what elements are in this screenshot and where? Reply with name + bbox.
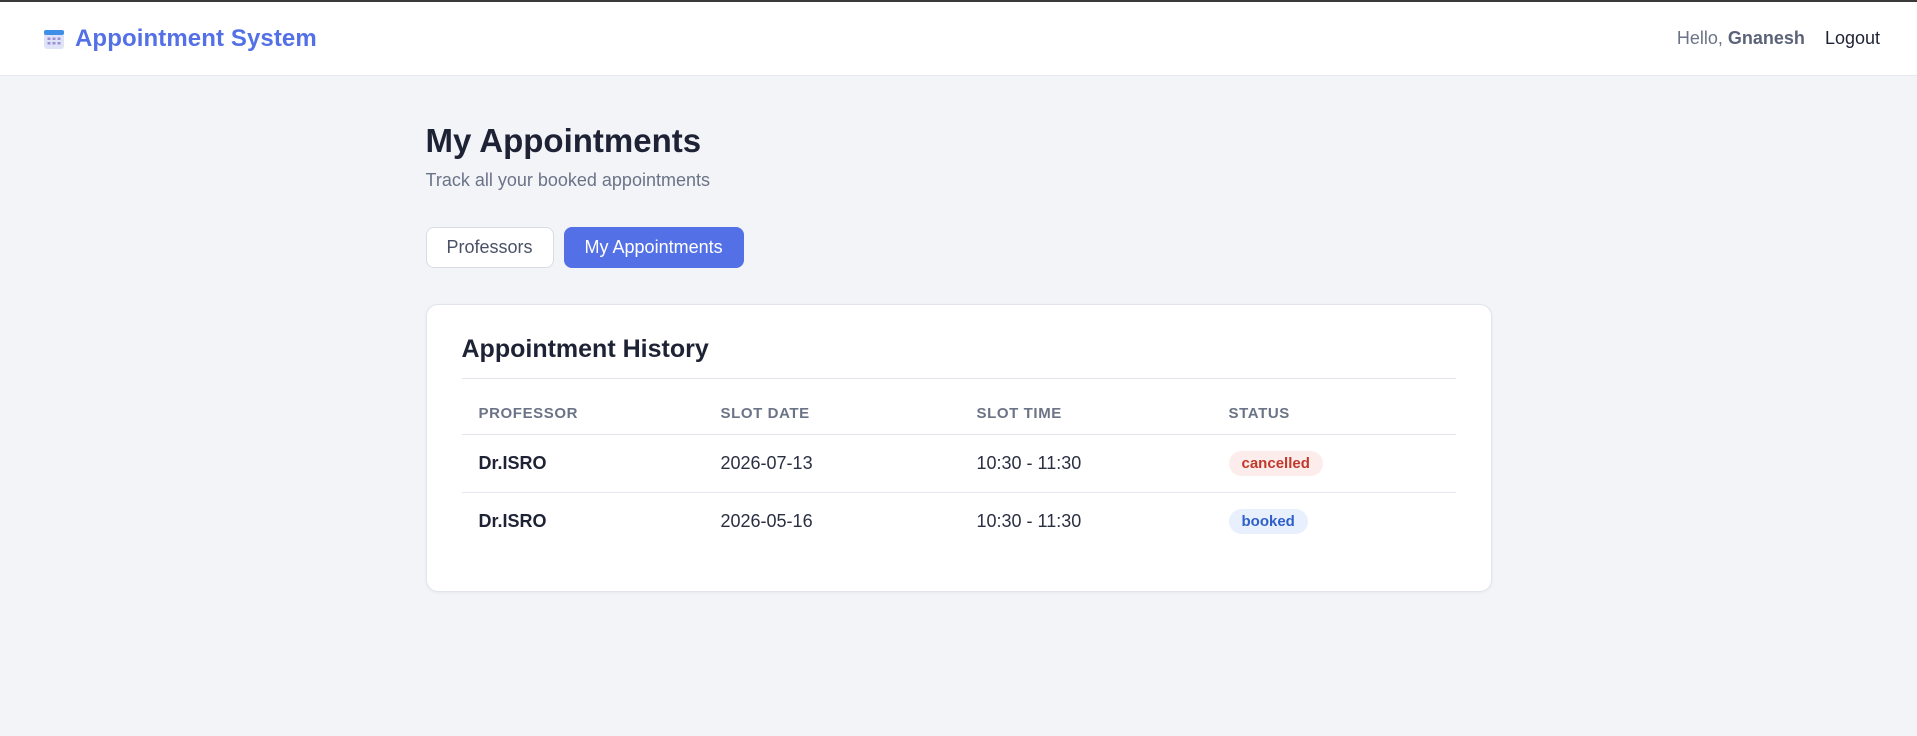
appointments-table: PROFESSOR SLOT DATE SLOT TIME STATUS Dr.… <box>461 405 1456 551</box>
user-area: Hello, Gnanesh Logout <box>1677 28 1880 49</box>
page-subtitle: Track all your booked appointments <box>425 170 710 190</box>
greeting-prefix: Hello, <box>1676 28 1723 48</box>
logout-button[interactable]: Logout <box>1825 28 1880 49</box>
column-header-professor: PROFESSOR <box>461 405 704 435</box>
greeting: Hello, Gnanesh <box>1677 28 1805 49</box>
tab-professors[interactable]: Professors <box>425 227 554 268</box>
calendar-icon <box>43 28 65 50</box>
column-header-status: STATUS <box>1211 405 1456 435</box>
cell-professor: Dr.ISRO <box>478 453 547 473</box>
navbar: Appointment System Hello, Gnanesh Logout <box>0 2 1917 76</box>
card-title: Appointment History <box>461 335 1456 379</box>
main-content: My Appointments Track all your booked ap… <box>425 76 1492 592</box>
status-badge: booked <box>1228 509 1308 535</box>
brand-title: Appointment System <box>75 24 317 52</box>
cell-status: booked <box>1211 492 1456 551</box>
cell-slot-time: 10:30 - 11:30 <box>976 453 1082 473</box>
table-row: Dr.ISRO 2026-05-16 10:30 - 11:30 booked <box>461 492 1456 551</box>
cell-slot-date: 2026-07-13 <box>720 453 813 473</box>
appointment-history-card: Appointment History PROFESSOR SLOT DATE … <box>425 304 1492 592</box>
table-header-row: PROFESSOR SLOT DATE SLOT TIME STATUS <box>461 405 1456 435</box>
column-header-slot-date: SLOT DATE <box>703 405 960 435</box>
page-title: My Appointments <box>425 122 702 159</box>
tab-my-appointments[interactable]: My Appointments <box>563 227 744 268</box>
table-row: Dr.ISRO 2026-07-13 10:30 - 11:30 cancell… <box>462 435 1456 493</box>
cell-slot-time: 10:30 - 11:30 <box>959 492 1212 551</box>
cell-status: cancelled <box>1212 435 1456 493</box>
cell-slot-date: 2026-05-16 <box>703 492 960 551</box>
username: Gnanesh <box>1727 28 1805 48</box>
brand[interactable]: Appointment System <box>43 25 317 53</box>
column-header-slot-time: SLOT TIME <box>959 405 1212 435</box>
status-badge: cancelled <box>1228 451 1323 476</box>
cell-professor: Dr.ISRO <box>461 492 704 551</box>
tab-bar: Professors My Appointments <box>425 227 1492 268</box>
